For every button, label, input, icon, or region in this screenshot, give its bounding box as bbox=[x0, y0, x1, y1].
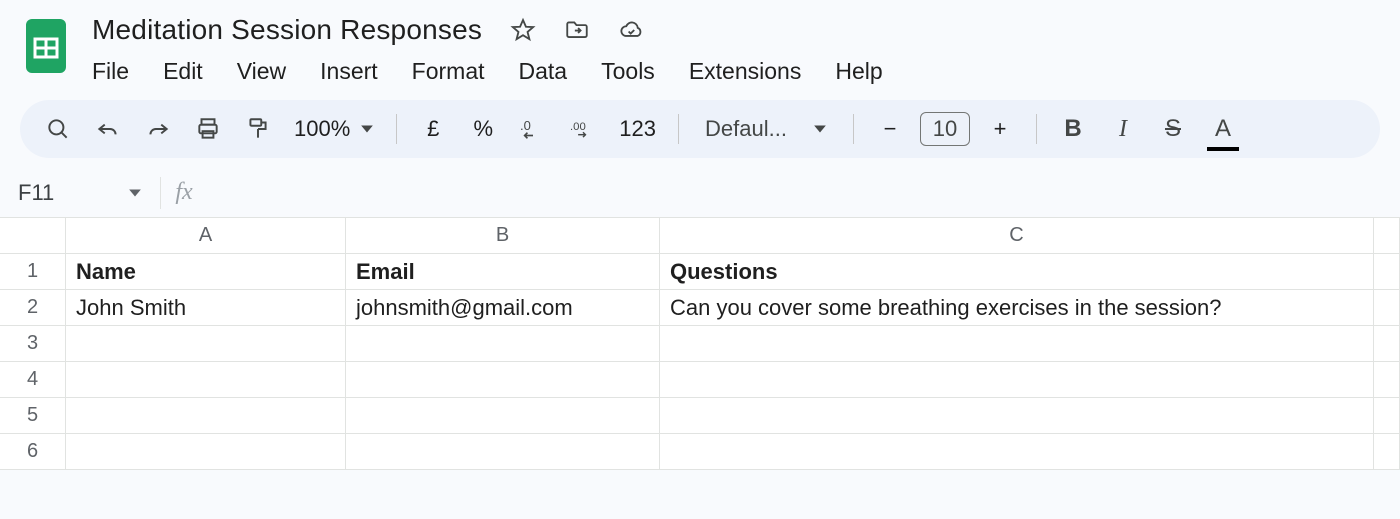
table-row bbox=[66, 398, 1400, 434]
cell-B2[interactable]: johnsmith@gmail.com bbox=[346, 290, 660, 326]
name-box[interactable]: F11 bbox=[0, 168, 160, 217]
toolbar-separator bbox=[853, 114, 854, 144]
bold-button[interactable]: B bbox=[1059, 111, 1087, 147]
select-all-corner[interactable] bbox=[0, 218, 66, 254]
row-header[interactable]: 3 bbox=[0, 326, 66, 362]
column-header-C[interactable]: C bbox=[660, 218, 1374, 254]
font-family-dropdown[interactable]: Defaul... bbox=[701, 111, 831, 147]
cell-A6[interactable] bbox=[66, 434, 346, 470]
cell[interactable] bbox=[1374, 362, 1400, 398]
cell-C4[interactable] bbox=[660, 362, 1374, 398]
cell-B1[interactable]: Email bbox=[346, 254, 660, 290]
fx-icon: fx bbox=[161, 179, 207, 206]
toolbar-separator bbox=[1036, 114, 1037, 144]
font-family-value: Defaul... bbox=[705, 116, 787, 142]
cell-B4[interactable] bbox=[346, 362, 660, 398]
undo-icon[interactable] bbox=[94, 111, 122, 147]
text-color-button[interactable]: A bbox=[1209, 111, 1237, 147]
chevron-down-icon bbox=[813, 116, 827, 142]
toolbar-separator bbox=[396, 114, 397, 144]
row-header[interactable]: 2 bbox=[0, 290, 66, 326]
cell-C5[interactable] bbox=[660, 398, 1374, 434]
strikethrough-button[interactable]: S bbox=[1159, 111, 1187, 147]
table-row bbox=[66, 326, 1400, 362]
zoom-value: 100% bbox=[294, 116, 350, 142]
column-headers: A B C bbox=[0, 218, 1400, 254]
svg-text:.0: .0 bbox=[520, 118, 531, 133]
menu-data[interactable]: Data bbox=[519, 58, 568, 85]
move-to-folder-icon[interactable] bbox=[564, 17, 590, 43]
print-icon[interactable] bbox=[194, 111, 222, 147]
spreadsheet-grid: A B C 1 2 3 4 5 6 Name Email Questions J… bbox=[0, 218, 1400, 470]
cell-C3[interactable] bbox=[660, 326, 1374, 362]
increase-decimal-button[interactable]: .00 bbox=[569, 111, 597, 147]
row-header[interactable]: 4 bbox=[0, 362, 66, 398]
row-header[interactable]: 5 bbox=[0, 398, 66, 434]
formula-bar: F11 fx bbox=[0, 168, 1400, 218]
svg-text:.00: .00 bbox=[570, 121, 586, 133]
sheets-logo[interactable] bbox=[18, 10, 74, 82]
cell-B3[interactable] bbox=[346, 326, 660, 362]
table-row bbox=[66, 362, 1400, 398]
decrease-decimal-button[interactable]: .0 bbox=[519, 111, 547, 147]
font-size-input[interactable]: 10 bbox=[920, 112, 970, 146]
chevron-down-icon bbox=[128, 180, 142, 206]
cell-A2[interactable]: John Smith bbox=[66, 290, 346, 326]
table-row bbox=[66, 434, 1400, 470]
cell-A3[interactable] bbox=[66, 326, 346, 362]
star-icon[interactable] bbox=[510, 17, 536, 43]
title-area: Meditation Session Responses File Edit V… bbox=[0, 0, 1400, 96]
cell-A1[interactable]: Name bbox=[66, 254, 346, 290]
column-header-A[interactable]: A bbox=[66, 218, 346, 254]
cell-C6[interactable] bbox=[660, 434, 1374, 470]
column-header-B[interactable]: B bbox=[346, 218, 660, 254]
font-size-increase[interactable]: + bbox=[986, 111, 1014, 147]
search-icon[interactable] bbox=[44, 111, 72, 147]
cell[interactable] bbox=[1374, 398, 1400, 434]
column-header-next[interactable] bbox=[1374, 218, 1400, 254]
row-header[interactable]: 1 bbox=[0, 254, 66, 290]
cell-A4[interactable] bbox=[66, 362, 346, 398]
cell-A5[interactable] bbox=[66, 398, 346, 434]
zoom-dropdown[interactable]: 100% bbox=[294, 111, 374, 147]
menu-edit[interactable]: Edit bbox=[163, 58, 203, 85]
more-formats-button[interactable]: 123 bbox=[619, 111, 656, 147]
cell[interactable] bbox=[1374, 290, 1400, 326]
menu-help[interactable]: Help bbox=[835, 58, 882, 85]
menu-tools[interactable]: Tools bbox=[601, 58, 655, 85]
cell-B6[interactable] bbox=[346, 434, 660, 470]
row-headers: 1 2 3 4 5 6 bbox=[0, 254, 66, 470]
name-box-value: F11 bbox=[18, 180, 54, 206]
cell-C1[interactable]: Questions bbox=[660, 254, 1374, 290]
cell-B5[interactable] bbox=[346, 398, 660, 434]
font-size-decrease[interactable]: − bbox=[876, 111, 904, 147]
menu-format[interactable]: Format bbox=[412, 58, 485, 85]
menu-extensions[interactable]: Extensions bbox=[689, 58, 802, 85]
document-title[interactable]: Meditation Session Responses bbox=[92, 14, 482, 46]
menu-view[interactable]: View bbox=[237, 58, 286, 85]
toolbar-separator bbox=[678, 114, 679, 144]
table-row: Name Email Questions bbox=[66, 254, 1400, 290]
cell-C2[interactable]: Can you cover some breathing exercises i… bbox=[660, 290, 1374, 326]
formula-input[interactable] bbox=[207, 168, 1400, 217]
menu-bar: File Edit View Insert Format Data Tools … bbox=[92, 58, 883, 85]
redo-icon[interactable] bbox=[144, 111, 172, 147]
menu-file[interactable]: File bbox=[92, 58, 129, 85]
cell[interactable] bbox=[1374, 434, 1400, 470]
toolbar: 100% £ % .0 .00 123 Defaul... − 10 + B I… bbox=[20, 100, 1380, 158]
cloud-saved-icon[interactable] bbox=[618, 17, 644, 43]
cells: Name Email Questions John Smith johnsmit… bbox=[66, 254, 1400, 470]
italic-button[interactable]: I bbox=[1109, 111, 1137, 147]
chevron-down-icon bbox=[360, 116, 374, 142]
menu-insert[interactable]: Insert bbox=[320, 58, 378, 85]
row-header[interactable]: 6 bbox=[0, 434, 66, 470]
paint-format-icon[interactable] bbox=[244, 111, 272, 147]
cell[interactable] bbox=[1374, 326, 1400, 362]
table-row: John Smith johnsmith@gmail.com Can you c… bbox=[66, 290, 1400, 326]
currency-format-button[interactable]: £ bbox=[419, 111, 447, 147]
percent-format-button[interactable]: % bbox=[469, 111, 497, 147]
cell[interactable] bbox=[1374, 254, 1400, 290]
